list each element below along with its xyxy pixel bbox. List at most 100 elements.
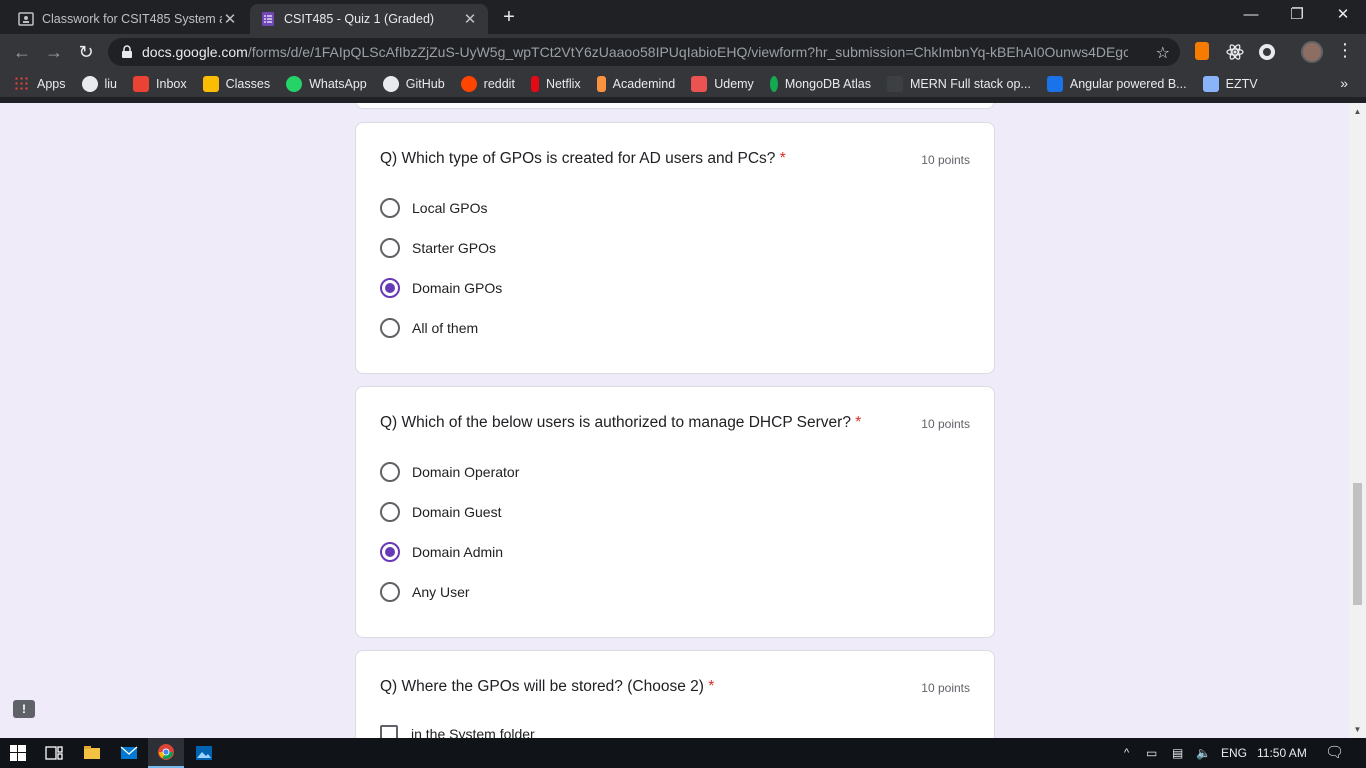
radio-button-selected[interactable] (380, 278, 400, 298)
clock[interactable]: 11:50 AM (1257, 738, 1307, 768)
minimize-button[interactable]: — (1228, 0, 1274, 30)
form-page: Q) Which type of GPOs is created for AD … (0, 103, 1366, 738)
volume-icon[interactable]: 🔈 (1196, 738, 1211, 768)
tray-overflow-icon[interactable]: ^ (1124, 738, 1129, 768)
action-center-icon[interactable]: 🗨 (1325, 738, 1344, 768)
option-all-of-them[interactable]: All of them (380, 318, 478, 338)
back-button[interactable]: ← (10, 40, 34, 64)
option-label: in the System folder (411, 726, 535, 738)
bookmark-netflix[interactable]: Netflix (530, 75, 581, 92)
grammarly-extension-icon[interactable] (1257, 42, 1277, 62)
address-bar[interactable]: docs.google.com /forms/d/e/1FAIpQLScAfIb… (108, 38, 1180, 66)
bookmark-classes[interactable]: Classes (202, 75, 271, 92)
close-tab-icon[interactable]: ✕ (462, 10, 478, 28)
eztv-icon (1202, 75, 1219, 92)
language-indicator[interactable]: ENG (1221, 738, 1247, 768)
bookmark-reddit[interactable]: reddit (460, 75, 515, 92)
feedback-button[interactable]: ! (13, 700, 35, 718)
forward-button[interactable]: → (42, 40, 66, 64)
battery-icon[interactable]: ▭ (1146, 738, 1157, 768)
bookmark-label: Apps (37, 76, 66, 91)
bookmark-udemy[interactable]: Udemy (691, 75, 754, 92)
new-tab-button[interactable]: + (498, 6, 520, 28)
forms-icon (262, 12, 274, 26)
option-domain-guest[interactable]: Domain Guest (380, 502, 501, 522)
option-any-user[interactable]: Any User (380, 582, 470, 602)
bookmark-whatsapp[interactable]: WhatsApp (286, 75, 367, 92)
bookmark-label: Academind (612, 76, 676, 91)
bookmark-apps[interactable]: Apps (14, 75, 66, 92)
option-label: Any User (412, 584, 470, 600)
profile-avatar[interactable] (1301, 41, 1323, 63)
bookmark-label: liu (104, 76, 118, 91)
page-scrollbar[interactable]: ▲ ▼ (1349, 103, 1366, 738)
reload-button[interactable]: ↻ (74, 40, 98, 64)
bookmark-label: MongoDB Atlas (784, 76, 871, 91)
bookmark-github[interactable]: GitHub (382, 75, 445, 92)
radio-button[interactable] (380, 198, 400, 218)
close-tab-icon[interactable]: ✕ (222, 10, 238, 28)
option-domain-admin[interactable]: Domain Admin (380, 542, 503, 562)
bookmark-liu[interactable]: liu (81, 75, 118, 92)
chrome-button[interactable] (148, 738, 184, 768)
option-local-gpos[interactable]: Local GPOs (380, 198, 487, 218)
option-starter-gpos[interactable]: Starter GPOs (380, 238, 496, 258)
scrollbar-thumb[interactable] (1353, 483, 1362, 605)
bookmark-mern[interactable]: MERN Full stack op... (886, 75, 1031, 92)
tab-quiz[interactable]: CSIT485 - Quiz 1 (Graded) ✕ (250, 4, 488, 34)
bookmark-label: Inbox (156, 76, 187, 91)
radio-button[interactable] (380, 462, 400, 482)
question-card-1: Q) Which type of GPOs is created for AD … (355, 122, 995, 374)
photos-icon (196, 746, 212, 760)
points-label: 10 points (921, 417, 970, 431)
option-domain-gpos[interactable]: Domain GPOs (380, 278, 502, 298)
udemy-icon (691, 75, 708, 92)
bookmark-angular[interactable]: Angular powered B... (1046, 75, 1187, 92)
option-label: Domain GPOs (412, 280, 503, 296)
github-icon (382, 75, 399, 92)
option-domain-operator[interactable]: Domain Operator (380, 462, 519, 482)
bookmarks-overflow-icon[interactable]: » (1340, 75, 1348, 91)
radio-button[interactable] (380, 502, 400, 522)
tab-classwork[interactable]: Classwork for CSIT485 System an ✕ (8, 4, 248, 34)
option-system-folder[interactable]: in the System folder (380, 725, 535, 738)
file-explorer-button[interactable] (74, 738, 110, 768)
scroll-down-arrow-icon[interactable]: ▼ (1353, 725, 1362, 734)
scroll-up-arrow-icon[interactable]: ▲ (1353, 107, 1362, 116)
radio-button[interactable] (380, 318, 400, 338)
bookmark-label: Classes (225, 76, 271, 91)
bookmark-star-icon[interactable]: ☆ (1156, 43, 1170, 63)
bookmarks-bar: Apps liu Inbox Classes WhatsApp GitHub r… (0, 70, 1366, 98)
bookmark-eztv[interactable]: EZTV (1202, 75, 1258, 92)
bookmark-mongodb[interactable]: MongoDB Atlas (769, 75, 871, 92)
radio-button[interactable] (380, 238, 400, 258)
folder-icon (84, 746, 100, 759)
radio-button[interactable] (380, 582, 400, 602)
checkbox[interactable] (380, 725, 398, 738)
browser-menu-icon[interactable]: ⋮ (1336, 40, 1354, 61)
globe-icon (81, 75, 98, 92)
required-asterisk: * (708, 678, 715, 695)
option-label: All of them (412, 320, 479, 336)
option-label: Starter GPOs (412, 240, 497, 256)
react-devtools-icon[interactable] (1225, 42, 1245, 62)
classroom-icon (202, 75, 219, 92)
mail-button[interactable] (111, 738, 147, 768)
close-window-button[interactable]: ✕ (1320, 0, 1366, 30)
option-label: Local GPOs (412, 200, 488, 216)
photos-button[interactable] (186, 738, 222, 768)
bookmark-label: Udemy (714, 76, 754, 91)
restore-button[interactable]: ❐ (1274, 0, 1320, 30)
reddit-icon (460, 75, 477, 92)
option-label: Domain Guest (412, 504, 502, 520)
network-icon[interactable]: ▤ (1172, 738, 1183, 768)
classroom-icon (18, 12, 34, 26)
java-extension-icon[interactable] (1195, 42, 1209, 60)
task-view-button[interactable] (36, 738, 72, 768)
lock-icon[interactable] (120, 45, 134, 59)
bookmark-academind[interactable]: Academind (596, 75, 676, 92)
points-label: 10 points (921, 681, 970, 695)
radio-button-selected[interactable] (380, 542, 400, 562)
start-button[interactable] (0, 738, 36, 768)
bookmark-inbox[interactable]: Inbox (133, 75, 187, 92)
